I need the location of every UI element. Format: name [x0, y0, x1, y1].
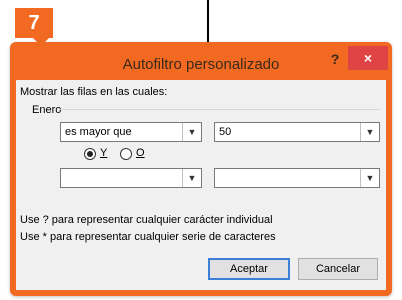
and-radio[interactable]: [84, 148, 96, 160]
show-rows-label: Mostrar las filas en las cuales:: [20, 86, 168, 98]
and-radio-label[interactable]: Y: [100, 147, 107, 159]
help-button[interactable]: ?: [326, 51, 344, 69]
autofilter-dialog: Autofiltro personalizado ? × Mostrar las…: [10, 42, 392, 296]
hint-any-chars: Use * para representar cualquier serie d…: [20, 231, 276, 243]
step-badge: 7: [15, 8, 53, 46]
condition1-operator-select[interactable]: es mayor que ▼: [60, 122, 202, 142]
chevron-down-icon[interactable]: ▼: [360, 123, 379, 141]
group-divider: [58, 109, 380, 110]
ok-button[interactable]: Aceptar: [208, 258, 290, 280]
condition2-value-input[interactable]: ▼: [214, 168, 380, 188]
callout-pointer-line: [207, 0, 209, 48]
field-name-label: Enero: [32, 104, 62, 116]
chevron-down-icon[interactable]: ▼: [182, 169, 201, 187]
cancel-button[interactable]: Cancelar: [298, 258, 378, 280]
or-radio[interactable]: [120, 148, 132, 160]
close-button[interactable]: ×: [348, 46, 388, 70]
condition1-value: 50: [219, 126, 232, 138]
close-icon: ×: [363, 50, 373, 66]
condition2-operator-select[interactable]: ▼: [60, 168, 202, 188]
chevron-down-icon[interactable]: ▼: [360, 169, 379, 187]
condition1-operator-value: es mayor que: [65, 126, 132, 138]
chevron-down-icon[interactable]: ▼: [182, 123, 201, 141]
hint-single-char: Use ? para representar cualquier carácte…: [20, 214, 273, 226]
condition1-value-input[interactable]: 50 ▼: [214, 122, 380, 142]
dialog-client-area: Mostrar las filas en las cuales: Enero e…: [16, 80, 386, 290]
or-radio-label[interactable]: O: [136, 147, 145, 159]
